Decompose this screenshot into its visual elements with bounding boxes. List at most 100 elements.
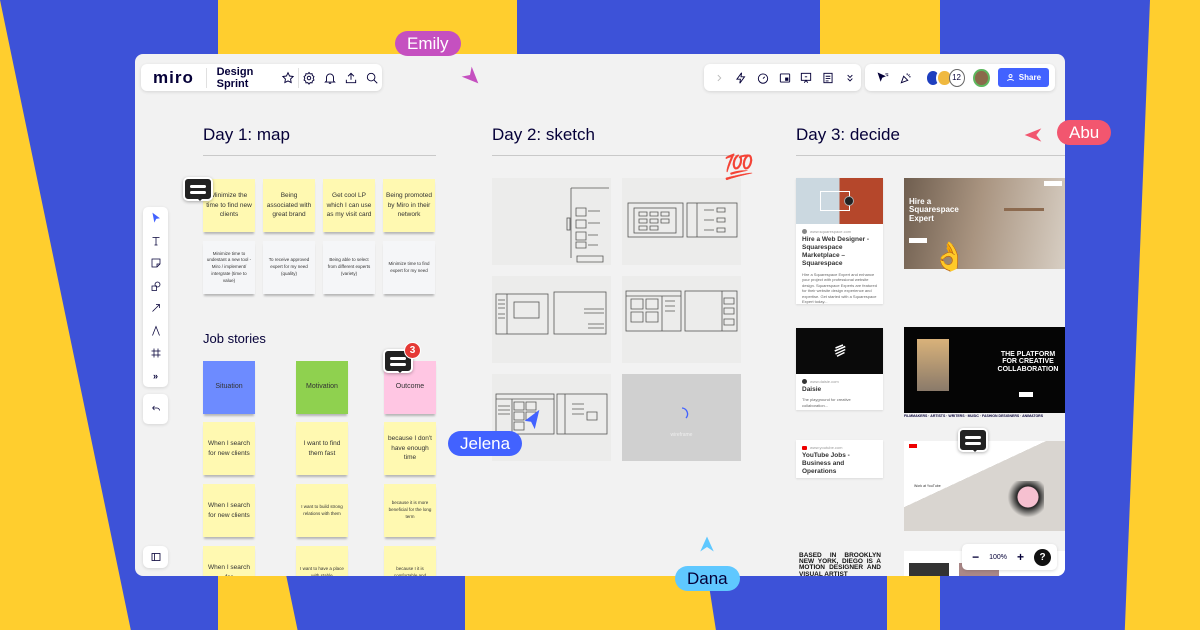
share-label: Share xyxy=(1018,73,1042,82)
undo-icon[interactable] xyxy=(143,394,168,424)
help-button[interactable]: ? xyxy=(1034,548,1051,566)
cursor-label-jelena: Jelena xyxy=(448,431,523,456)
sticky-note[interactable]: I want to find them fast xyxy=(296,422,348,475)
star-icon[interactable] xyxy=(279,67,296,89)
sticky-note[interactable]: Minimize time to find expert for my need xyxy=(383,241,435,294)
tools-panel xyxy=(704,64,861,91)
hundred-emoji[interactable]: 💯 xyxy=(724,156,754,180)
sketch-image[interactable] xyxy=(492,178,611,265)
link-card[interactable]: www.squarespace.com Hire a Web Designer … xyxy=(796,178,883,304)
sidebar-toggle[interactable] xyxy=(143,546,168,568)
text-tool-icon[interactable] xyxy=(143,230,168,253)
sticky-note[interactable]: I want to have a place with stable xyxy=(296,546,348,576)
hero-text: THE PLATFORM FOR CREATIVE COLLABORATION xyxy=(997,351,1059,373)
sticky-note-tool-icon[interactable] xyxy=(143,252,168,275)
column-title-day1[interactable]: Day 1: map xyxy=(203,125,290,145)
cursor-filter-icon[interactable] xyxy=(873,67,892,89)
sticky-note[interactable]: Being promoted by Miro in their network xyxy=(383,179,435,232)
notes-icon[interactable] xyxy=(819,67,837,89)
sketch-image[interactable] xyxy=(622,178,741,265)
sticky-note[interactable]: To receive approved expert for my need (… xyxy=(263,241,315,294)
ticker-text: FILMMAKERS · ARTISTS · WRITERS · MUSIC ·… xyxy=(904,414,1044,418)
board-canvas[interactable]: miro Design Sprint 12 Share Day 1: map D… xyxy=(135,54,1065,576)
sticky-note[interactable]: When I search for new clients xyxy=(203,422,255,475)
card-thumbnail xyxy=(796,178,883,224)
website-screenshot[interactable]: Work at YouTube xyxy=(904,441,1065,531)
zoom-level[interactable]: 100% xyxy=(989,554,1007,561)
more-tools-icon[interactable]: » xyxy=(143,365,168,388)
board-title[interactable]: Design Sprint xyxy=(207,66,278,90)
search-icon[interactable] xyxy=(363,67,380,89)
comment-icon[interactable] xyxy=(958,428,988,452)
cursor-label-emily: Emily xyxy=(395,31,461,56)
sticky-note-situation[interactable]: Situation xyxy=(203,361,255,414)
card-title: Daisie xyxy=(802,386,822,393)
celebrate-icon[interactable] xyxy=(896,67,915,89)
presentation-icon[interactable] xyxy=(797,67,815,89)
miro-logo[interactable]: miro xyxy=(141,68,206,88)
sticky-note[interactable]: Being associated with great brand xyxy=(263,179,315,232)
creation-toolbar: » xyxy=(143,207,168,387)
cursor-label-dana: Dana xyxy=(675,566,740,591)
zoom-out-button[interactable]: − xyxy=(972,550,979,564)
select-tool-icon[interactable] xyxy=(143,207,168,230)
bell-icon[interactable] xyxy=(322,67,339,89)
pen-tool-icon[interactable] xyxy=(143,320,168,343)
sticky-note[interactable]: When I search for new clients xyxy=(203,484,255,537)
zoom-in-button[interactable]: + xyxy=(1017,550,1024,564)
hero-text: Hire a Squarespace Expert xyxy=(909,197,959,223)
sticky-note[interactable]: Get cool LP which I can use as my visit … xyxy=(323,179,375,232)
sticky-note[interactable]: I want to build strong relations with th… xyxy=(296,484,348,537)
cursor-arrow-icon xyxy=(700,536,714,552)
settings-icon[interactable] xyxy=(301,67,318,89)
website-screenshot[interactable]: Hire a Squarespace Expert xyxy=(904,178,1065,269)
hero-text: Work at YouTube xyxy=(914,484,941,488)
frame-tool-icon[interactable] xyxy=(143,342,168,365)
sketch-image[interactable] xyxy=(492,276,611,363)
loading-label: wireframe xyxy=(670,431,693,438)
sticky-note-motivation[interactable]: Motivation xyxy=(296,361,348,414)
panel-icon xyxy=(151,553,160,561)
chevron-right-icon[interactable] xyxy=(710,67,728,89)
comment-icon[interactable]: 3 xyxy=(383,342,421,373)
shapes-tool-icon[interactable] xyxy=(143,275,168,298)
timer-icon[interactable] xyxy=(754,67,772,89)
sticky-note[interactable]: because it is more beneficial for the lo… xyxy=(384,484,436,537)
website-screenshot[interactable]: THE PLATFORM FOR CREATIVE COLLABORATION xyxy=(904,327,1065,413)
card-description: The playground for creative collaboratio… xyxy=(802,397,851,408)
link-card[interactable]: www.daisie.com Daisie The playground for… xyxy=(796,328,883,410)
sticky-note[interactable]: because I don't have enough time xyxy=(384,422,436,475)
sticky-note[interactable]: because I it is comfortable and xyxy=(384,546,436,576)
ok-hand-emoji[interactable]: 👌 xyxy=(932,243,967,271)
column-title-day3[interactable]: Day 3: decide xyxy=(796,125,900,145)
brooklyn-text: BASED IN BROOKLYN NEW YORK, DIEGO IS A M… xyxy=(799,552,881,576)
lightning-icon[interactable] xyxy=(732,67,750,89)
job-stories-title[interactable]: Job stories xyxy=(203,331,266,346)
collaboration-panel: 12 Share xyxy=(865,64,1055,91)
upload-icon[interactable] xyxy=(342,67,359,89)
link-card[interactable]: www.youtube.com YouTube Jobs - Business … xyxy=(796,440,883,478)
card-description: Hire a Squarespace Expert and enhance yo… xyxy=(802,271,877,305)
loading-spinner-icon xyxy=(681,406,688,418)
sketch-image[interactable] xyxy=(622,276,741,363)
user-icon xyxy=(1006,74,1014,82)
comment-icon[interactable] xyxy=(183,177,213,201)
cursor-arrow-icon xyxy=(524,409,540,430)
sticky-note[interactable]: When I search for xyxy=(203,546,255,576)
current-user-avatar[interactable] xyxy=(973,68,990,87)
youtube-icon xyxy=(802,445,807,450)
column-title-day2[interactable]: Day 2: sketch xyxy=(492,125,595,145)
card-url: www.youtube.com xyxy=(802,445,877,450)
card-icon[interactable] xyxy=(776,67,794,89)
arrow-tool-icon[interactable] xyxy=(143,297,168,320)
sticky-note[interactable]: Being able to select from different expe… xyxy=(323,241,375,294)
sticky-note[interactable]: Minimize time to undestant a new tool - … xyxy=(203,241,255,294)
chevrons-down-icon[interactable] xyxy=(841,67,859,89)
share-button[interactable]: Share xyxy=(997,68,1050,87)
loading-placeholder[interactable]: wireframe xyxy=(622,374,741,461)
collaborator-count[interactable]: 12 xyxy=(948,68,965,87)
site-icon xyxy=(802,229,807,234)
card-title: YouTube Jobs - Business and Operations xyxy=(802,452,850,476)
undo-panel xyxy=(143,394,168,424)
cursor-arrow-icon xyxy=(461,66,479,84)
